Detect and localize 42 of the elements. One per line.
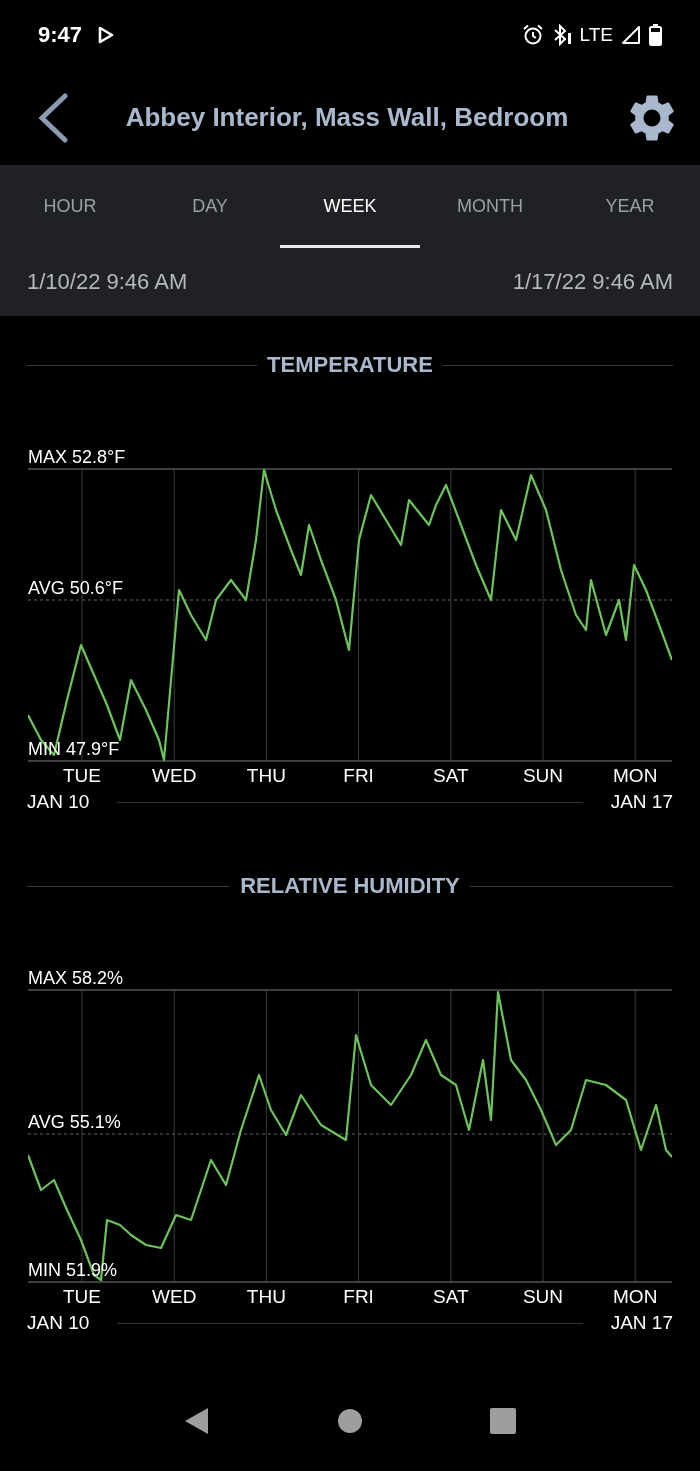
- page-title: Abbey Interior, Mass Wall, Bedroom: [124, 102, 570, 133]
- day-label: MON: [613, 765, 658, 785]
- end-date: JAN 17: [610, 1312, 673, 1334]
- day-label: SUN: [522, 1286, 564, 1306]
- axis-label: MAX 52.8°F: [28, 447, 126, 467]
- range-end: 1/17/22 9:46 AM: [512, 269, 673, 295]
- average-label: AVG 50.6°F: [28, 578, 123, 598]
- day-label: WED: [152, 1286, 197, 1306]
- alarm-icon: [521, 24, 544, 46]
- day-label: FRI: [343, 1286, 374, 1306]
- range-tab[interactable]: MONTH: [420, 165, 560, 248]
- day-label: SAT: [433, 765, 469, 785]
- day-label: TUE: [63, 765, 101, 785]
- day-label: FRI: [343, 765, 374, 785]
- day-label: THU: [246, 765, 286, 785]
- end-date: JAN 17: [610, 791, 673, 813]
- chart-title: RELATIVE HUMIDITY: [240, 873, 460, 899]
- home-nav-icon[interactable]: [337, 1408, 363, 1434]
- range-tab[interactable]: DAY: [140, 165, 280, 248]
- average-label: AVG 55.1%: [28, 1112, 121, 1132]
- range-tab[interactable]: HOUR: [0, 165, 140, 248]
- network-label: LTE: [579, 24, 613, 46]
- range-start: 1/10/22 9:46 AM: [27, 269, 188, 295]
- axis-label: MAX 58.2%: [28, 968, 124, 988]
- range-tab[interactable]: YEAR: [560, 165, 700, 248]
- back-nav-icon[interactable]: [183, 1407, 210, 1435]
- day-label: TUE: [63, 1286, 101, 1306]
- day-label: MON: [613, 1286, 658, 1306]
- start-date: JAN 10: [27, 1312, 90, 1334]
- day-label: SUN: [522, 765, 564, 785]
- battery-icon: [649, 24, 662, 46]
- day-label: SAT: [433, 1286, 469, 1306]
- back-icon[interactable]: [36, 92, 70, 143]
- range-tab[interactable]: WEEK: [280, 165, 420, 248]
- chart-title: TEMPERATURE: [267, 352, 433, 378]
- day-label: THU: [246, 1286, 286, 1306]
- clock: 9:47: [38, 22, 83, 48]
- recents-nav-icon[interactable]: [490, 1408, 517, 1434]
- day-label: WED: [152, 765, 197, 785]
- start-date: JAN 10: [27, 791, 90, 813]
- play-icon: [98, 26, 115, 44]
- signal-icon: [621, 25, 641, 45]
